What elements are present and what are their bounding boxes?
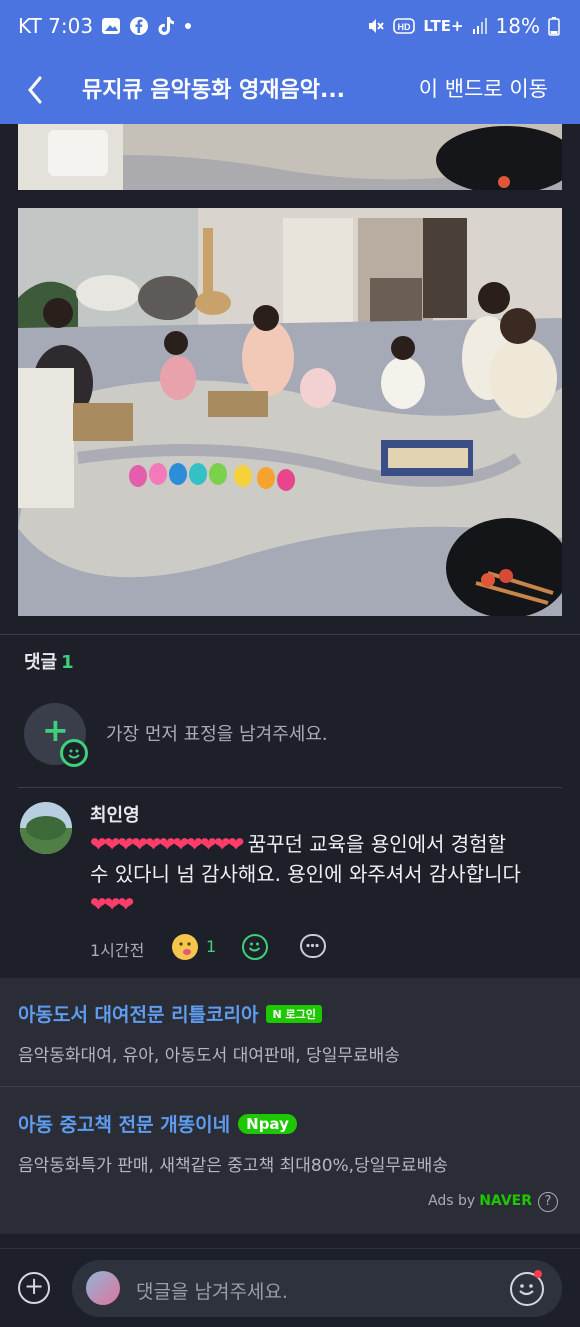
carrier-time: KT 7:03 xyxy=(18,14,94,38)
new-sticker-dot-icon xyxy=(534,1270,542,1278)
reaction-count: 1 xyxy=(206,937,217,956)
post-photo-2[interactable] xyxy=(18,208,562,616)
tiktok-icon xyxy=(158,17,175,35)
comments-header: 댓글 1 xyxy=(24,648,74,674)
comment-time: 1시간전 xyxy=(90,941,145,960)
naver-n-icon: N xyxy=(272,1008,286,1021)
band-title: 뮤지큐 음악동화 영재음악... xyxy=(82,78,346,103)
comment-input-bar: + 댓글을 남겨주세요. xyxy=(0,1248,580,1327)
network-label: LTE+ xyxy=(423,17,464,35)
comments-count: 1 xyxy=(61,652,74,673)
reaction-emoji-icon[interactable] xyxy=(172,934,198,960)
hearts-trail: ❤❤❤ xyxy=(90,892,134,916)
attach-plus-icon[interactable]: + xyxy=(18,1272,50,1304)
gallery-icon xyxy=(102,18,121,34)
comment-meta: 1시간전 1 xyxy=(90,932,540,962)
help-icon[interactable]: ? xyxy=(538,1192,558,1212)
comment-author[interactable]: 최인영 xyxy=(90,801,140,827)
npay-badge: Npay xyxy=(238,1114,297,1134)
back-arrow-icon[interactable] xyxy=(22,70,52,110)
ad-item[interactable]: 아동 중고책 전문 개똥이네 Npay 음악동화특가 판매, 새책같은 중고책 최… xyxy=(18,1110,448,1176)
ad-divider xyxy=(0,1086,580,1087)
ads-by-naver: Ads by NAVER? xyxy=(428,1192,558,1212)
facebook-icon xyxy=(130,17,149,35)
comments-divider xyxy=(18,787,562,788)
ad-title[interactable]: 아동 중고책 전문 개똥이네 Npay xyxy=(18,1110,448,1137)
app-header: 뮤지큐 음악동화 영재음악... 이 밴드로 이동 xyxy=(0,56,580,124)
photo-1-scene xyxy=(18,124,562,190)
comment-input[interactable]: 댓글을 남겨주세요. xyxy=(72,1260,562,1317)
naver-brand: NAVER xyxy=(479,1193,532,1209)
ads-section: 아동도서 대여전문 리틀코리아 N 로그인 음악동화대여, 유아, 아동도서 대여… xyxy=(0,978,580,1234)
battery-icon xyxy=(548,17,560,36)
comment-placeholder: 댓글을 남겨주세요. xyxy=(136,1281,288,1303)
status-bar: KT 7:03 HD LTE+ 18% xyxy=(0,0,580,56)
ad-badge-text: 로그인 xyxy=(285,1008,316,1021)
add-comment-reaction-icon[interactable] xyxy=(242,934,268,960)
naver-login-badge: N 로그인 xyxy=(266,1005,322,1023)
avatar[interactable] xyxy=(20,802,72,854)
go-to-band-button[interactable]: 이 밴드로 이동 xyxy=(419,73,548,103)
app-root: KT 7:03 HD LTE+ 18% 뮤지큐 음악동화 영재음악... 이 밴… xyxy=(0,0,580,1327)
hd-icon: HD xyxy=(393,18,416,34)
post-photo-1[interactable] xyxy=(18,124,562,190)
ads-by-label: Ads by xyxy=(428,1193,476,1209)
section-divider xyxy=(0,634,580,635)
ad-item[interactable]: 아동도서 대여전문 리틀코리아 N 로그인 음악동화대여, 유아, 아동도서 대여… xyxy=(18,1000,400,1066)
svg-text:HD: HD xyxy=(398,22,411,32)
add-reaction-button[interactable]: + xyxy=(24,703,88,767)
photo-2-scene xyxy=(18,208,562,616)
reaction-hint: 가장 먼저 표정을 남겨주세요. xyxy=(106,724,328,745)
reply-icon[interactable] xyxy=(300,934,326,958)
ad-badge-text: pay xyxy=(258,1115,289,1133)
comment-text: ❤❤❤❤❤❤❤❤❤❤❤ 꿈꾸던 교육을 용인에서 경험할 수 있다니 넘 감사해… xyxy=(90,829,530,919)
ad-description: 음악동화대여, 유아, 아동도서 대여판매, 당일무료배송 xyxy=(18,1046,400,1066)
signal-icon xyxy=(472,18,487,34)
user-avatar xyxy=(86,1271,120,1305)
naver-n-icon: N xyxy=(246,1115,259,1133)
hearts-lead: ❤❤❤❤❤❤❤❤❤❤❤ xyxy=(90,832,244,856)
battery-percent: 18% xyxy=(495,14,540,38)
ad-title-text: 아동 중고책 전문 개똥이네 xyxy=(18,1114,231,1136)
dot-icon xyxy=(185,23,192,29)
mute-icon xyxy=(369,19,385,33)
comments-label: 댓글 xyxy=(24,652,58,673)
ad-title[interactable]: 아동도서 대여전문 리틀코리아 N 로그인 xyxy=(18,1000,400,1027)
ad-description: 음악동화특가 판매, 새책같은 중고책 최대80%,당일무료배송 xyxy=(18,1156,448,1176)
ad-title-text: 아동도서 대여전문 리틀코리아 xyxy=(18,1004,259,1026)
smile-icon xyxy=(60,739,88,767)
